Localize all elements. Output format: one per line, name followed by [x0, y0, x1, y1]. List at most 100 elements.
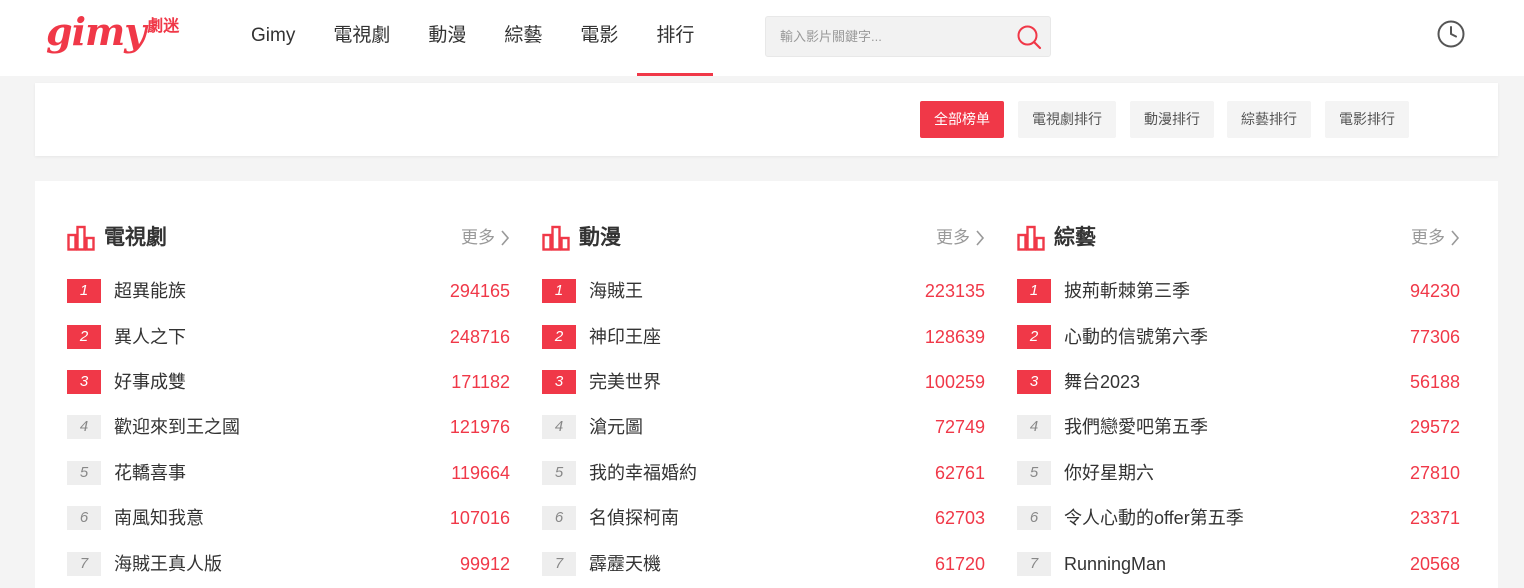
nav-item-variety[interactable]: 綜藝	[485, 0, 561, 76]
rank-badge: 6	[1017, 506, 1051, 530]
chevron-right-icon	[1451, 230, 1460, 246]
rank-row[interactable]: 6 令人心動的offer第五季 23371	[1017, 506, 1460, 530]
nav-item-movie[interactable]: 電影	[561, 0, 637, 76]
rank-title[interactable]: 超異能族	[114, 279, 186, 303]
rank-row[interactable]: 4 我們戀愛吧第五季 29572	[1017, 415, 1460, 439]
rank-title[interactable]: 海賊王真人版	[114, 552, 222, 576]
rank-count: 29572	[1409, 417, 1460, 437]
rank-count: 62761	[934, 463, 985, 483]
site-logo[interactable]: gimy 劇迷	[46, 10, 179, 60]
column-header: 電視劇 更多	[67, 225, 510, 251]
nav-item-anime[interactable]: 動漫	[409, 0, 485, 76]
more-link[interactable]: 更多	[936, 225, 985, 251]
rank-title[interactable]: 披荊斬棘第三季	[1064, 279, 1190, 303]
rank-count: 100259	[924, 372, 985, 392]
rank-title[interactable]: 名偵探柯南	[589, 506, 679, 530]
rank-badge: 3	[67, 370, 101, 394]
rank-badge: 6	[67, 506, 101, 530]
rank-row[interactable]: 3 舞台2023 56188	[1017, 370, 1460, 394]
rank-row[interactable]: 1 披荊斬棘第三季 94230	[1017, 279, 1460, 303]
top-navbar: gimy 劇迷 Gimy 電視劇 動漫 綜藝 電影 排行	[0, 0, 1524, 76]
rank-count: 223135	[924, 281, 985, 301]
column-title: 電視劇	[104, 226, 167, 249]
rank-count: 99912	[459, 554, 510, 574]
rank-title[interactable]: 舞台2023	[1064, 370, 1140, 394]
rank-badge: 5	[1017, 461, 1051, 485]
rank-badge: 3	[1017, 370, 1051, 394]
search-box	[765, 16, 1051, 57]
rank-title[interactable]: 霹靂天機	[589, 552, 661, 576]
rank-row[interactable]: 1 海賊王 223135	[542, 279, 985, 303]
rank-row[interactable]: 4 歡迎來到王之國 121976	[67, 415, 510, 439]
rank-title[interactable]: RunningMan	[1064, 552, 1166, 576]
rank-count: 171182	[451, 372, 510, 392]
rank-count: 56188	[1409, 372, 1460, 392]
rank-title[interactable]: 歡迎來到王之國	[114, 415, 240, 439]
rank-row[interactable]: 5 你好星期六 27810	[1017, 461, 1460, 485]
bar-chart-icon	[542, 225, 570, 251]
rank-count: 61720	[934, 554, 985, 574]
rank-row[interactable]: 5 我的幸福婚約 62761	[542, 461, 985, 485]
rank-row[interactable]: 3 完美世界 100259	[542, 370, 985, 394]
rank-title[interactable]: 你好星期六	[1064, 461, 1154, 485]
nav-item-tv[interactable]: 電視劇	[314, 0, 409, 76]
rank-row[interactable]: 5 花轎喜事 119664	[67, 461, 510, 485]
rank-count: 20568	[1409, 554, 1460, 574]
rank-title[interactable]: 南風知我意	[114, 506, 204, 530]
rank-row[interactable]: 6 名偵探柯南 62703	[542, 506, 985, 530]
more-label: 更多	[936, 228, 970, 247]
filter-tv-button[interactable]: 電視劇排行	[1018, 101, 1116, 138]
rank-count: 294165	[449, 281, 510, 301]
search-input[interactable]	[780, 17, 1010, 56]
rank-row[interactable]: 2 異人之下 248716	[67, 325, 510, 349]
rank-row[interactable]: 2 神印王座 128639	[542, 325, 985, 349]
more-link[interactable]: 更多	[461, 225, 510, 251]
search-icon[interactable]	[1016, 24, 1042, 50]
rank-title[interactable]: 滄元圖	[589, 415, 643, 439]
main-nav: Gimy 電視劇 動漫 綜藝 電影 排行	[232, 0, 714, 76]
more-label: 更多	[461, 228, 495, 247]
rank-title[interactable]: 我們戀愛吧第五季	[1064, 415, 1208, 439]
rank-count: 119664	[451, 463, 510, 483]
rank-title[interactable]: 異人之下	[114, 325, 186, 349]
rank-count: 248716	[449, 327, 510, 347]
nav-item-gimy[interactable]: Gimy	[232, 0, 314, 76]
rank-row[interactable]: 7 海賊王真人版 99912	[67, 552, 510, 576]
rank-title[interactable]: 海賊王	[589, 279, 643, 303]
filter-all-button[interactable]: 全部榜单	[920, 101, 1004, 138]
more-link[interactable]: 更多	[1411, 225, 1460, 251]
rank-row[interactable]: 6 南風知我意 107016	[67, 506, 510, 530]
rank-title[interactable]: 花轎喜事	[114, 461, 186, 485]
rank-title[interactable]: 心動的信號第六季	[1064, 325, 1208, 349]
rank-title[interactable]: 我的幸福婚約	[589, 461, 697, 485]
rank-row[interactable]: 4 滄元圖 72749	[542, 415, 985, 439]
more-label: 更多	[1411, 228, 1445, 247]
column-header: 動漫 更多	[542, 225, 985, 251]
rank-badge: 5	[542, 461, 576, 485]
rank-row[interactable]: 2 心動的信號第六季 77306	[1017, 325, 1460, 349]
rank-badge: 6	[542, 506, 576, 530]
nav-item-ranking[interactable]: 排行	[637, 0, 714, 76]
filter-anime-button[interactable]: 動漫排行	[1130, 101, 1214, 138]
rank-badge: 4	[542, 415, 576, 439]
rank-badge: 3	[542, 370, 576, 394]
rank-title[interactable]: 好事成雙	[114, 370, 186, 394]
rank-title[interactable]: 神印王座	[589, 325, 661, 349]
clock-icon[interactable]	[1436, 19, 1466, 49]
rank-row[interactable]: 7 霹靂天機 61720	[542, 552, 985, 576]
logo-subtitle: 劇迷	[147, 18, 180, 35]
rank-title[interactable]: 令人心動的offer第五季	[1064, 506, 1244, 530]
rank-title[interactable]: 完美世界	[589, 370, 661, 394]
rank-row[interactable]: 3 好事成雙 171182	[67, 370, 510, 394]
rank-count: 128639	[924, 327, 985, 347]
rank-count: 121976	[449, 417, 510, 437]
rank-row[interactable]: 1 超異能族 294165	[67, 279, 510, 303]
rank-badge: 4	[1017, 415, 1051, 439]
rank-badge: 5	[67, 461, 101, 485]
rank-badge: 2	[67, 325, 101, 349]
filter-variety-button[interactable]: 綜藝排行	[1227, 101, 1311, 138]
chevron-right-icon	[976, 230, 985, 246]
filter-movie-button[interactable]: 電影排行	[1325, 101, 1409, 138]
bar-chart-icon	[1017, 225, 1045, 251]
rank-row[interactable]: 7 RunningMan 20568	[1017, 552, 1460, 576]
